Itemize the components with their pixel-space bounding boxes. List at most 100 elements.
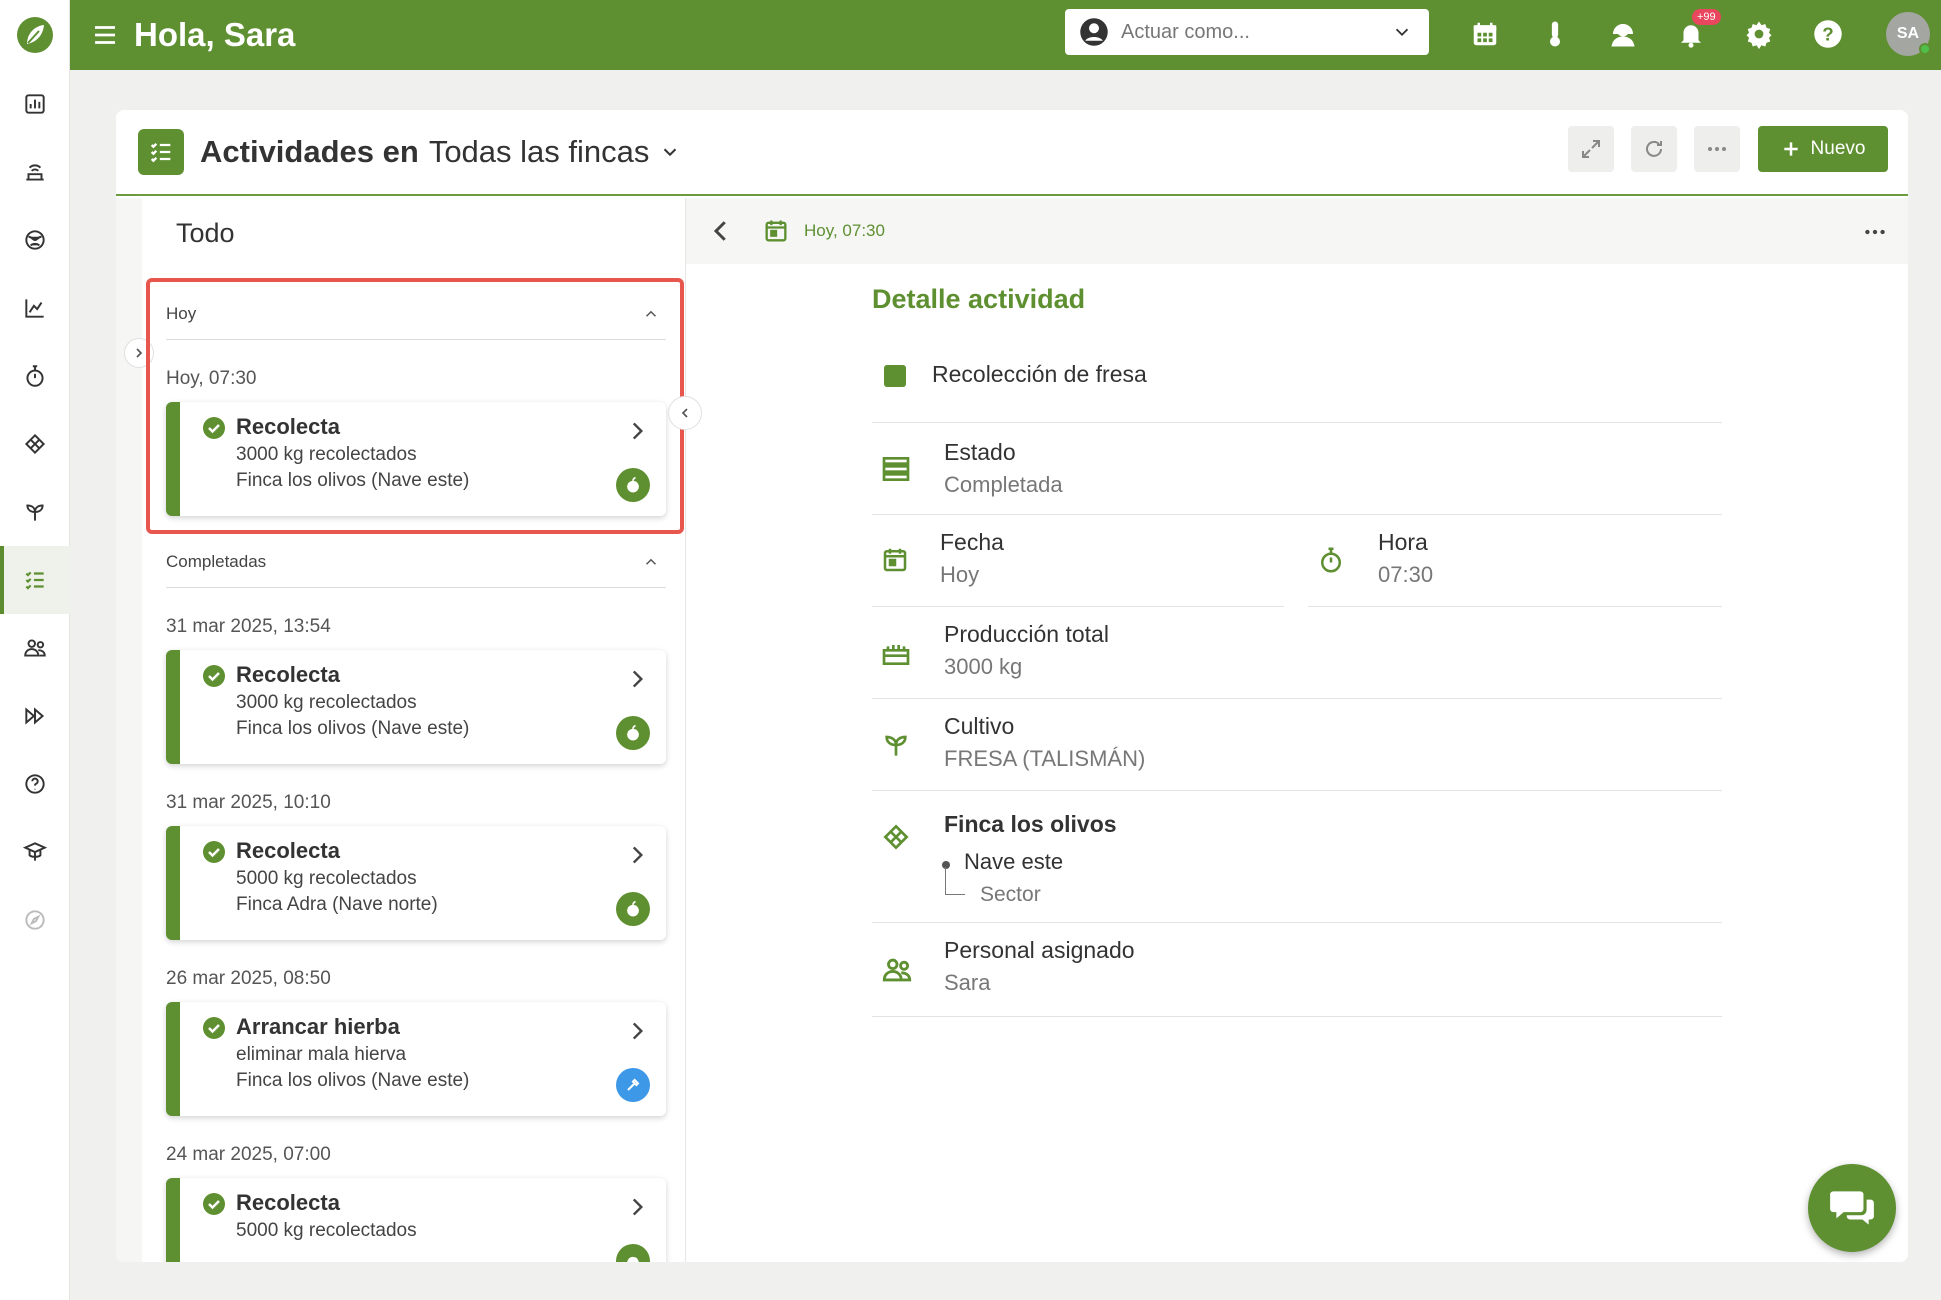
hora-cell: Hora 07:30 [1308,515,1722,607]
plus-icon [1783,142,1798,156]
section-label: Hoy [166,303,197,323]
group-date: 31 mar 2025, 10:10 [166,792,331,813]
notifications-button[interactable]: +99 [1671,9,1721,54]
help-circle-icon [25,774,45,794]
group-date: 31 mar 2025, 13:54 [166,616,331,637]
color-swatch [884,365,906,387]
refresh-button[interactable] [1631,126,1677,172]
activity-location: Finca los olivos (Nave este) [236,470,470,491]
sprout-icon [885,735,907,756]
support-button[interactable] [1603,14,1643,54]
activity-title: Recolecta [236,414,340,439]
activity-summary: eliminar mala hierva [236,1044,407,1065]
chevron-right-icon [632,846,644,864]
more-horizontal-icon [1708,147,1726,151]
chevron-down-icon[interactable] [659,141,681,163]
hamburger-icon [95,26,115,44]
chevron-right-icon [632,670,644,688]
collapse-list-button[interactable] [668,396,702,430]
finca-row: Finca los olivos Nave este Sector [872,791,1722,923]
activity-detail-pane: Hoy, 07:30 Detalle actividad Recolección… [686,198,1908,1262]
activity-location: Finca los olivos (Nave este) [236,718,470,739]
more-horizontal-icon[interactable] [1862,219,1888,245]
dashboard-icon [25,94,45,114]
fullscreen-button[interactable] [1568,126,1614,172]
panel-header: Actividades en Todas las fincas Nuevo [116,110,1908,196]
new-activity-button[interactable]: Nuevo [1758,126,1888,172]
activity-title: Arrancar hierba [236,1014,400,1039]
more-options-button[interactable] [1694,126,1740,172]
users-icon [882,958,912,982]
harvest-icon [616,468,650,502]
top-bar: Hola, Sara Actuar como... +99 ? SA [70,0,1941,70]
sensor-icon [26,164,44,181]
headset-icon [1611,24,1635,47]
section-label: Completadas [166,551,267,571]
sidebar-item-timer[interactable] [0,342,70,410]
hora-value: 07:30 [1378,562,1434,587]
back-arrow-icon[interactable] [706,216,736,246]
personal-value: Sara [944,970,991,995]
activity-card[interactable]: Recolecta 3000 kg recolectados Finca los… [166,650,666,764]
activity-summary: 5000 kg recolectados [236,1220,417,1241]
new-button-label: Nuevo [1810,138,1866,159]
sidebar-item-activities[interactable] [0,546,70,614]
sidebar-item-weather[interactable] [0,206,70,274]
sidebar-item-staff[interactable] [0,614,70,682]
produccion-value: 3000 kg [944,654,1023,679]
activity-card[interactable]: Recolecta 5000 kg recolectados Finca Adr… [166,826,666,940]
sidebar-item-training[interactable] [0,818,70,886]
chat-button[interactable] [1808,1164,1896,1252]
leaf-logo-icon [16,17,53,53]
calendar-button[interactable] [1465,14,1505,54]
user-avatar[interactable]: SA [1886,12,1931,56]
tool-icon [616,1068,650,1102]
activity-card[interactable]: Recolecta 3000 kg recolectados Finca los… [166,402,666,516]
section-header-completed[interactable]: Completadas [166,536,666,588]
settings-button[interactable] [1739,14,1779,54]
app-logo[interactable] [0,0,69,70]
activity-title: Recolecta [236,662,340,687]
section-header-today[interactable]: Hoy [166,288,666,340]
refresh-icon [1646,140,1662,157]
group-date: 24 mar 2025, 07:00 [166,1144,331,1165]
greeting: Hola, Sara [134,16,296,53]
sidebar-item-plots[interactable] [0,410,70,478]
cultivo-label: Cultivo [944,713,1015,739]
activity-list: Hoy Hoy, 07:30 Recolecta 3000 kg recolec… [166,288,666,1262]
nave-name: Nave este [964,849,1064,874]
harvest-icon [616,1244,650,1262]
cultivo-value: FRESA (TALISMÁN) [944,746,1146,771]
chevron-up-icon [645,310,657,317]
graduation-icon [22,842,48,861]
sidebar-item-explore[interactable] [0,886,70,954]
thermometer-icon [1550,21,1560,47]
task-list-icon [25,571,44,590]
svg-text:?: ? [1822,23,1833,44]
activity-summary: 3000 kg recolectados [236,692,417,713]
chevron-right-icon [632,1198,644,1216]
personal-label: Personal asignado [944,937,1135,963]
sidebar-item-sensors[interactable] [0,138,70,206]
farm-selector[interactable]: Todas las fincas [429,134,650,170]
sidebar-item-dashboard[interactable] [0,70,70,138]
cultivo-row: Cultivo FRESA (TALISMÁN) [872,699,1722,791]
expand-filters-button[interactable] [124,338,154,368]
hora-label: Hora [1378,529,1428,555]
sidebar-item-crops[interactable] [0,478,70,546]
act-as-select[interactable]: Actuar como... [1065,9,1429,55]
menu-button[interactable] [70,0,140,70]
sidebar-item-help[interactable] [0,750,70,818]
weather-icon [25,230,45,250]
activity-card[interactable]: Arrancar hierba eliminar mala hierva Fin… [166,1002,666,1116]
help-button[interactable]: ? [1808,14,1848,54]
estado-label: Estado [944,439,1016,465]
personal-row: Personal asignado Sara [872,923,1722,1017]
sidebar-item-analytics[interactable] [0,274,70,342]
page-title: Actividades en [200,134,419,169]
sidebar-item-forward[interactable] [0,682,70,750]
fecha-value: Hoy [940,562,980,587]
produccion-row: Producción total 3000 kg [872,607,1722,699]
activity-card[interactable]: Recolecta 5000 kg recolectados [166,1178,666,1262]
temperature-button[interactable] [1535,14,1575,54]
